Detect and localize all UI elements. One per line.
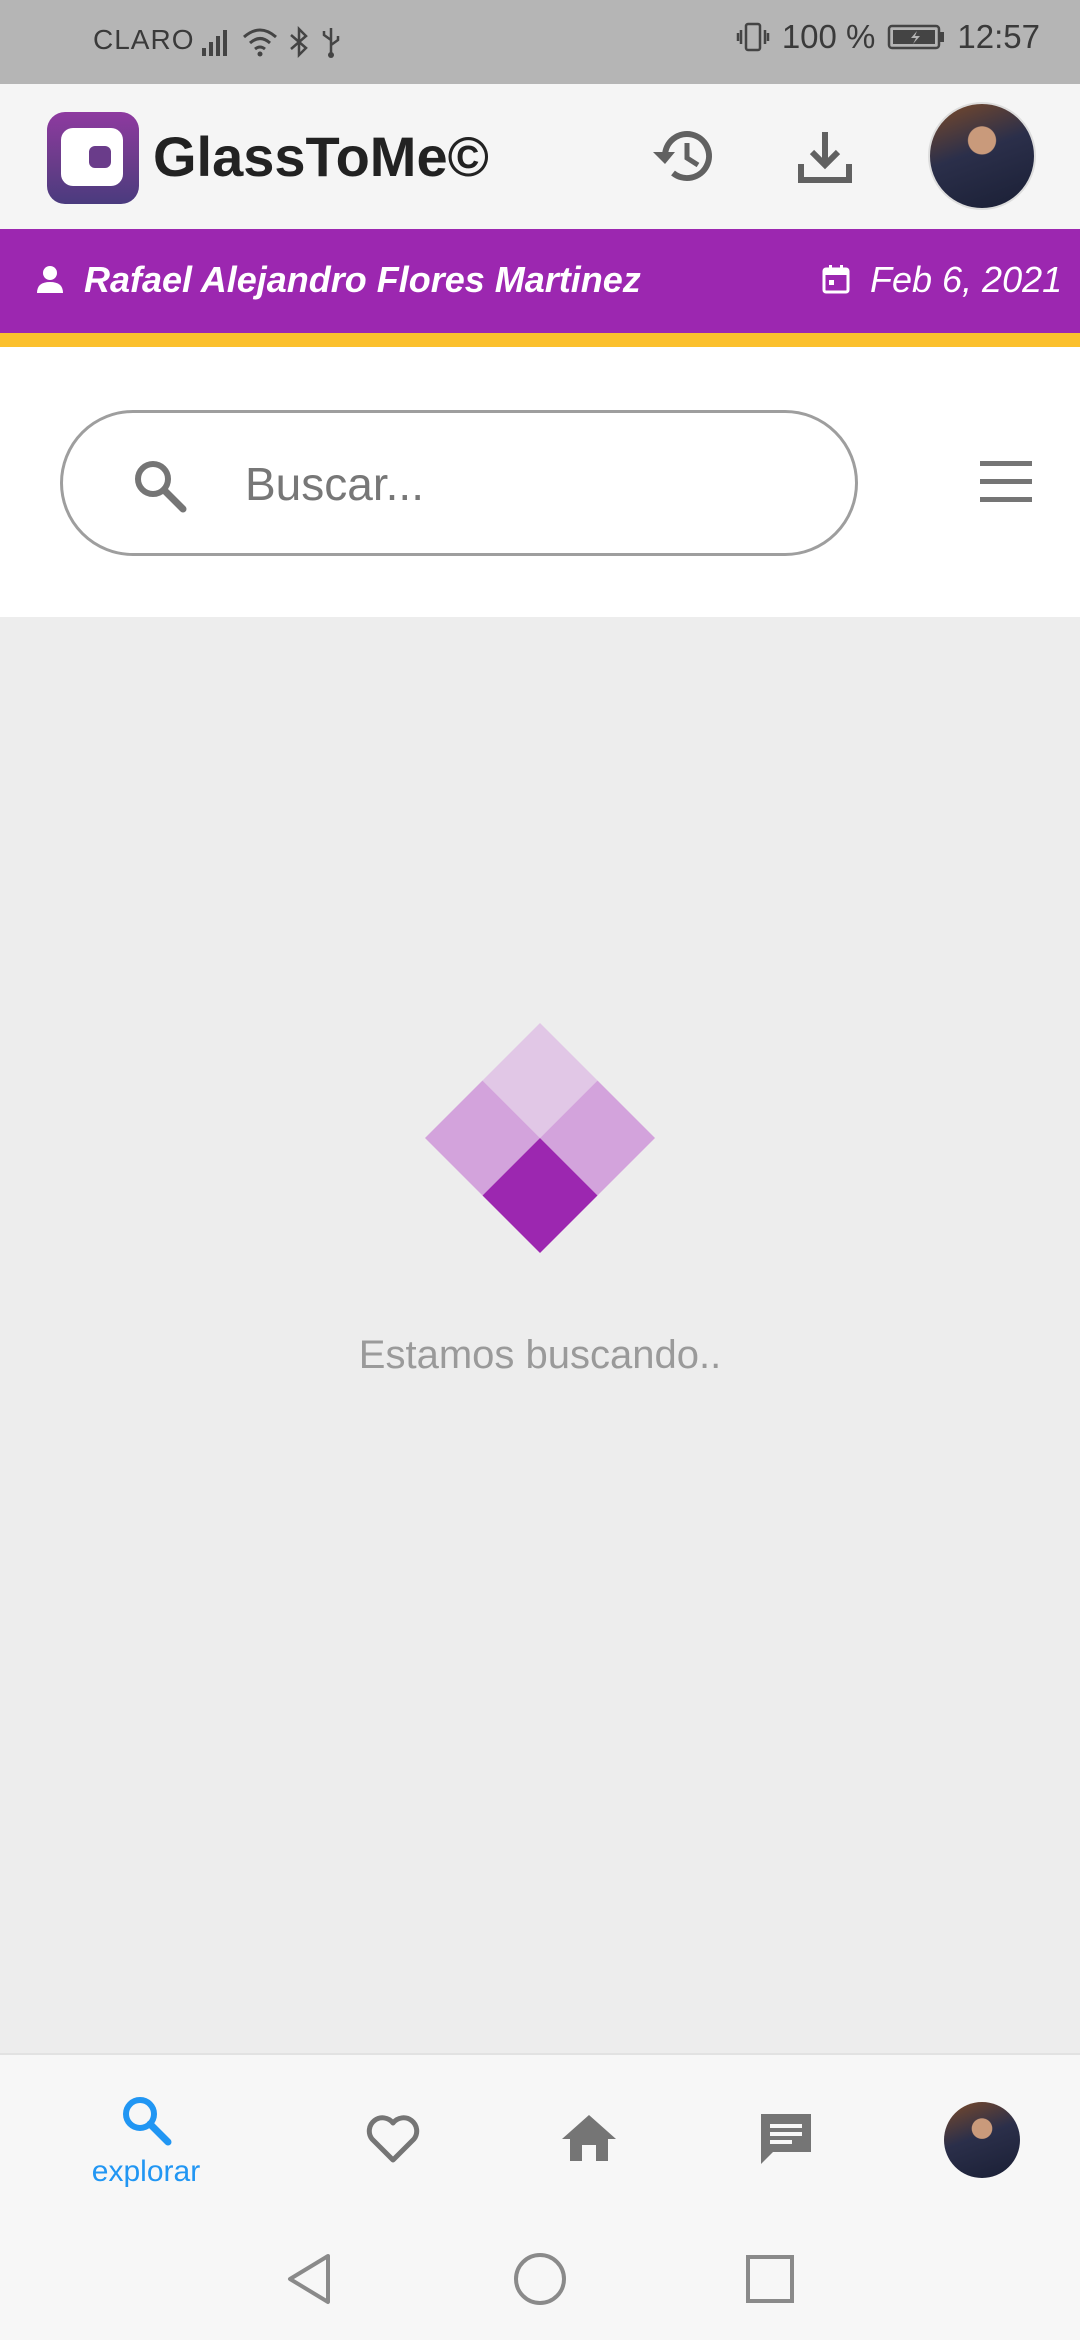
carrier-name: CLARO (93, 24, 195, 55)
app-header: GlassToMe© (0, 84, 1080, 229)
nav-explore-label: explorar (91, 2154, 201, 2188)
battery-percent: 100 % (781, 18, 876, 55)
app-logo (47, 112, 139, 204)
status-bar: CLARO 100 % 12:57 (0, 0, 1080, 84)
user-info-bar: Rafael Alejandro Flores Martinez Feb 6, … (0, 229, 1080, 347)
nav-messages[interactable] (706, 2055, 866, 2225)
home-icon (560, 2111, 618, 2170)
menu-button[interactable] (976, 455, 1036, 511)
search-bar[interactable] (60, 410, 858, 556)
chat-icon (757, 2110, 815, 2171)
nav-explore[interactable]: explorar (66, 2055, 226, 2225)
vibrate-icon (736, 21, 770, 53)
nav-home[interactable] (509, 2055, 669, 2225)
search-input[interactable] (243, 443, 807, 525)
history-icon (647, 126, 713, 191)
usb-icon (320, 26, 342, 58)
profile-avatar[interactable] (928, 102, 1036, 210)
loading-spinner (425, 1023, 655, 1253)
profile-avatar (944, 2102, 1020, 2178)
system-navigation (0, 2223, 1080, 2340)
bottom-navigation: explorar (0, 2053, 1080, 2225)
hamburger-menu-icon (976, 461, 1036, 515)
search-icon (118, 2092, 174, 2153)
bluetooth-icon (288, 26, 310, 58)
back-icon (284, 2252, 334, 2311)
calendar-icon (820, 263, 852, 300)
clock: 12:57 (957, 18, 1040, 55)
history-button[interactable] (642, 120, 718, 196)
system-back-button[interactable] (279, 2251, 339, 2311)
app-title: GlassToMe© (153, 125, 489, 188)
recents-icon (744, 2253, 796, 2310)
loading-message: Estamos buscando.. (358, 1333, 722, 1377)
person-icon (34, 263, 66, 300)
signal-icon (200, 28, 232, 56)
heart-icon (364, 2111, 422, 2170)
search-icon (129, 455, 189, 520)
nav-profile[interactable] (902, 2055, 1062, 2225)
wifi-icon (242, 27, 278, 57)
system-home-button[interactable] (510, 2251, 570, 2311)
search-section (0, 347, 1080, 617)
home-circle-icon (512, 2251, 568, 2312)
download-icon (795, 126, 855, 191)
nav-favorites[interactable] (313, 2055, 473, 2225)
download-button[interactable] (787, 120, 863, 196)
battery-icon (887, 23, 945, 51)
user-name: Rafael Alejandro Flores Martinez (84, 259, 641, 300)
system-recents-button[interactable] (740, 2251, 800, 2311)
current-date: Feb 6, 2021 (870, 259, 1063, 300)
